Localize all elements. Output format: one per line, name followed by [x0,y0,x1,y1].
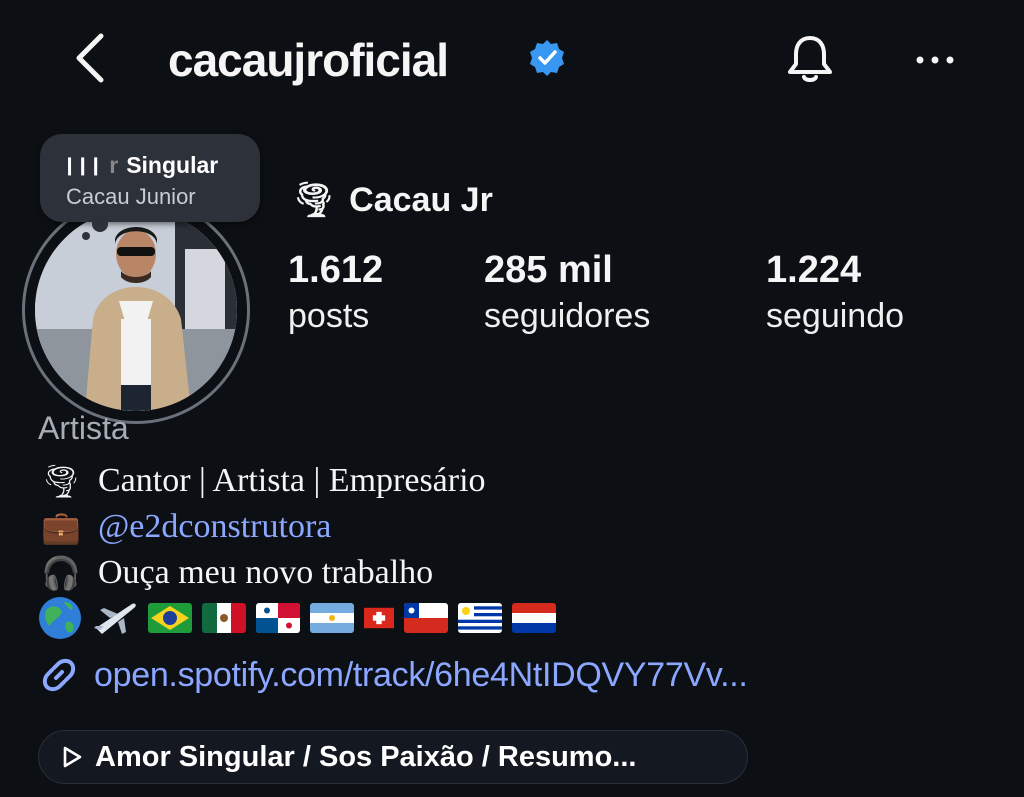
paraguay-flag-icon [512,603,556,633]
more-options-button[interactable] [905,30,965,90]
followers-stat[interactable]: 285 mil seguidores [484,248,650,340]
tornado-icon: 🌪 [292,181,336,219]
display-name: Cacau Jr [349,180,493,219]
play-icon [63,746,82,768]
profile-username: cacaujroficial [168,34,449,86]
audio-bars-icon: ❙❙❙ [62,155,103,175]
uruguay-flag-icon [458,603,502,633]
profile-category: Artista [38,410,129,446]
display-name-row: 🌪 Cacau Jr [292,172,493,228]
profile-link[interactable]: open.spotify.com/track/6he4NtIDQVY77Vv..… [38,654,748,696]
chevron-left-icon [76,33,104,83]
bio-flags-row [38,596,556,640]
bio-text: Cantor | Artista | Empresário [98,462,486,499]
bell-icon [788,36,832,82]
note-song-prefix: r [109,152,119,178]
profile-link-text[interactable]: open.spotify.com/track/6he4NtIDQVY77Vv..… [94,656,748,695]
chile-flag-icon [404,603,448,633]
argentina-flag-icon [310,603,354,633]
top-bar: cacaujroficial [0,0,1024,120]
profile-music-title: Amor Singular / Sos Paixão / Resumo... [95,740,637,773]
note-tail-small [82,232,90,240]
brazil-flag-icon [148,603,192,633]
briefcase-icon: 💼 [41,508,81,546]
headphones-icon: 🎧 [41,554,81,592]
link-icon [42,658,76,692]
note-bubble[interactable]: ❙❙❙ r Singular Cacau Junior [40,134,260,240]
verified-badge-icon [530,40,564,76]
back-button[interactable] [62,28,118,88]
panama-flag-icon [256,603,300,633]
globe-icon [39,597,81,639]
followers-label: seguidores [484,297,651,335]
posts-count: 1.612 [288,249,384,291]
note-song-name: Singular [126,152,219,178]
posts-label: posts [288,297,370,335]
bio-text: Ouça meu novo trabalho [98,554,434,591]
following-label: seguindo [766,297,905,335]
avatar-photo [35,209,237,411]
avatar-person-illustration [35,209,237,411]
note-tail [92,216,108,232]
following-count: 1.224 [766,249,862,291]
profile-avatar[interactable] [22,196,250,424]
bio-line: 🎧 Ouça meu novo trabalho [38,550,433,596]
followers-count: 285 mil [484,249,613,291]
tornado-icon: 🌪 [40,462,82,500]
profile-music-button[interactable]: Amor Singular / Sos Paixão / Resumo... [38,730,748,784]
following-stat[interactable]: 1.224 seguindo [766,248,904,340]
switzerland-flag-icon [364,607,394,629]
airplane-icon [94,603,136,634]
notifications-button[interactable] [780,30,840,90]
posts-stat[interactable]: 1.612 posts [288,248,383,340]
bio-line: 💼 @e2dconstrutora [38,504,331,550]
note-song-title: ❙❙❙ r Singular [62,152,218,179]
bio-line: 🌪 Cantor | Artista | Empresário [38,458,486,504]
more-horizontal-icon [916,56,954,64]
mexico-flag-icon [202,603,246,633]
note-artist: Cacau Junior [66,184,196,209]
bio-mention-link[interactable]: @e2dconstrutora [98,504,331,550]
